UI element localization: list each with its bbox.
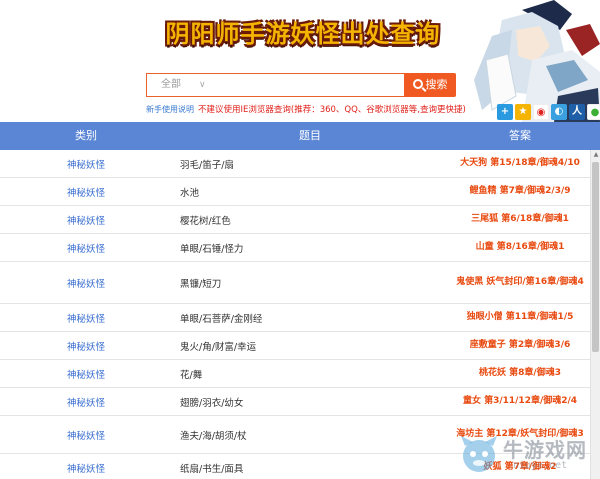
answer-cell: 三尾狐 第6/18章/御魂1 — [471, 214, 569, 224]
answer-cell: 独眼小僧 第11章/御魂1/5 — [466, 312, 574, 322]
column-header-answer: 答案 — [509, 129, 531, 142]
page-header: 阴阳师手游妖怪出处查询 全部 ∨ 搜索 新手使用说明 不建议使用IE浏览器查询(… — [0, 0, 600, 122]
question-cell: 翅膀/羽衣/幼女 — [180, 397, 244, 409]
browser-notice: 不建议使用IE浏览器查询(推荐：360、QQ、谷歌浏览器等,查询更快捷) — [198, 105, 466, 115]
table-row: 神秘妖怪 黑镰/短刀 鬼使黑 妖气封印/第16章/御魂4 — [0, 262, 590, 304]
watermark: 牛游戏网 niuyx.net — [455, 430, 600, 479]
search-button[interactable]: 搜索 — [404, 73, 456, 97]
category-link[interactable]: 神秘妖怪 — [0, 360, 172, 387]
chevron-down-icon: ∨ — [199, 80, 206, 90]
qzone-share-icon[interactable]: ★ — [515, 104, 531, 120]
table-row: 神秘妖怪 翅膀/羽衣/幼女 童女 第3/11/12章/御魂2/4 — [0, 388, 590, 416]
table-row: 神秘妖怪 水池 鲤鱼精 第7章/御魂2/3/9 — [0, 178, 590, 206]
category-link[interactable]: 神秘妖怪 — [0, 454, 172, 479]
category-link[interactable]: 神秘妖怪 — [0, 178, 172, 205]
weibo-share-icon[interactable]: ◉ — [533, 104, 549, 120]
watermark-name: 牛游戏网 — [503, 438, 587, 462]
search-button-label: 搜索 — [425, 78, 448, 91]
answer-cell: 鬼使黑 妖气封印/第16章/御魂4 — [456, 277, 584, 287]
question-cell: 鬼火/角/财富/幸运 — [180, 341, 257, 353]
question-cell: 单眼/石菩萨/金刚经 — [180, 313, 263, 325]
column-header-category: 类别 — [75, 129, 97, 142]
category-link[interactable]: 神秘妖怪 — [0, 206, 172, 233]
banner-title: 阴阳师手游妖怪出处查询 — [165, 20, 441, 48]
wechat-share-icon[interactable]: ● — [587, 104, 600, 120]
category-link[interactable]: 神秘妖怪 — [0, 416, 172, 453]
question-cell: 渔夫/海/胡须/杖 — [180, 430, 247, 442]
question-cell: 纸扇/书生/面具 — [180, 463, 244, 475]
help-link[interactable]: 新手使用说明 — [146, 104, 194, 115]
question-cell: 单眼/石锤/怪力 — [180, 243, 244, 255]
table-row: 神秘妖怪 单眼/石菩萨/金刚经 独眼小僧 第11章/御魂1/5 — [0, 304, 590, 332]
question-cell: 水池 — [180, 187, 200, 199]
table-row: 神秘妖怪 单眼/石锤/怪力 山童 第8/16章/御魂1 — [0, 234, 590, 262]
category-link[interactable]: 神秘妖怪 — [0, 304, 172, 331]
category-link[interactable]: 神秘妖怪 — [0, 332, 172, 359]
table-header: 类别 题目 答案 — [0, 122, 600, 150]
category-link[interactable]: 神秘妖怪 — [0, 150, 172, 177]
category-select[interactable]: 全部 ∨ — [146, 73, 404, 97]
category-select-value: 全部 — [161, 79, 181, 90]
answer-cell: 山童 第8/16章/御魂1 — [475, 242, 565, 252]
search-icon — [412, 79, 423, 89]
watermark-logo-icon — [461, 436, 497, 472]
table-row: 神秘妖怪 鬼火/角/财富/幸运 座敷童子 第2章/御魂3/6 — [0, 332, 590, 360]
question-cell: 羽毛/笛子/扇 — [180, 159, 234, 171]
answer-cell: 童女 第3/11/12章/御魂2/4 — [462, 396, 578, 406]
watermark-url: niuyx.net — [513, 460, 568, 471]
category-link[interactable]: 神秘妖怪 — [0, 234, 172, 261]
tencent-weibo-share-icon[interactable]: ◐ — [551, 104, 567, 120]
renren-share-icon[interactable]: 人 — [569, 104, 585, 120]
answer-cell: 大天狗 第15/18章/御魂4/10 — [460, 158, 580, 168]
share-bar: + ★ ◉ ◐ 人 ● — [497, 104, 600, 120]
question-cell: 樱花树/红色 — [180, 215, 231, 227]
category-link[interactable]: 神秘妖怪 — [0, 262, 172, 303]
scroll-up-arrow-icon[interactable]: ▲ — [591, 150, 600, 160]
category-link[interactable]: 神秘妖怪 — [0, 388, 172, 415]
answer-cell: 鲤鱼精 第7章/御魂2/3/9 — [469, 186, 571, 196]
table-row: 神秘妖怪 羽毛/笛子/扇 大天狗 第15/18章/御魂4/10 — [0, 150, 590, 178]
scroll-thumb[interactable] — [592, 162, 599, 352]
table-row: 神秘妖怪 花/舞 桃花妖 第8章/御魂3 — [0, 360, 590, 388]
answer-cell: 桃花妖 第8章/御魂3 — [479, 368, 561, 378]
question-cell: 黑镰/短刀 — [180, 278, 222, 290]
table-row: 神秘妖怪 樱花树/红色 三尾狐 第6/18章/御魂1 — [0, 206, 590, 234]
answer-cell: 座敷童子 第2章/御魂3/6 — [469, 340, 571, 350]
question-cell: 花/舞 — [180, 369, 203, 381]
plus-share-icon[interactable]: + — [497, 104, 513, 120]
column-header-question: 题目 — [299, 129, 321, 142]
search-bar: 全部 ∨ 搜索 — [146, 73, 456, 97]
